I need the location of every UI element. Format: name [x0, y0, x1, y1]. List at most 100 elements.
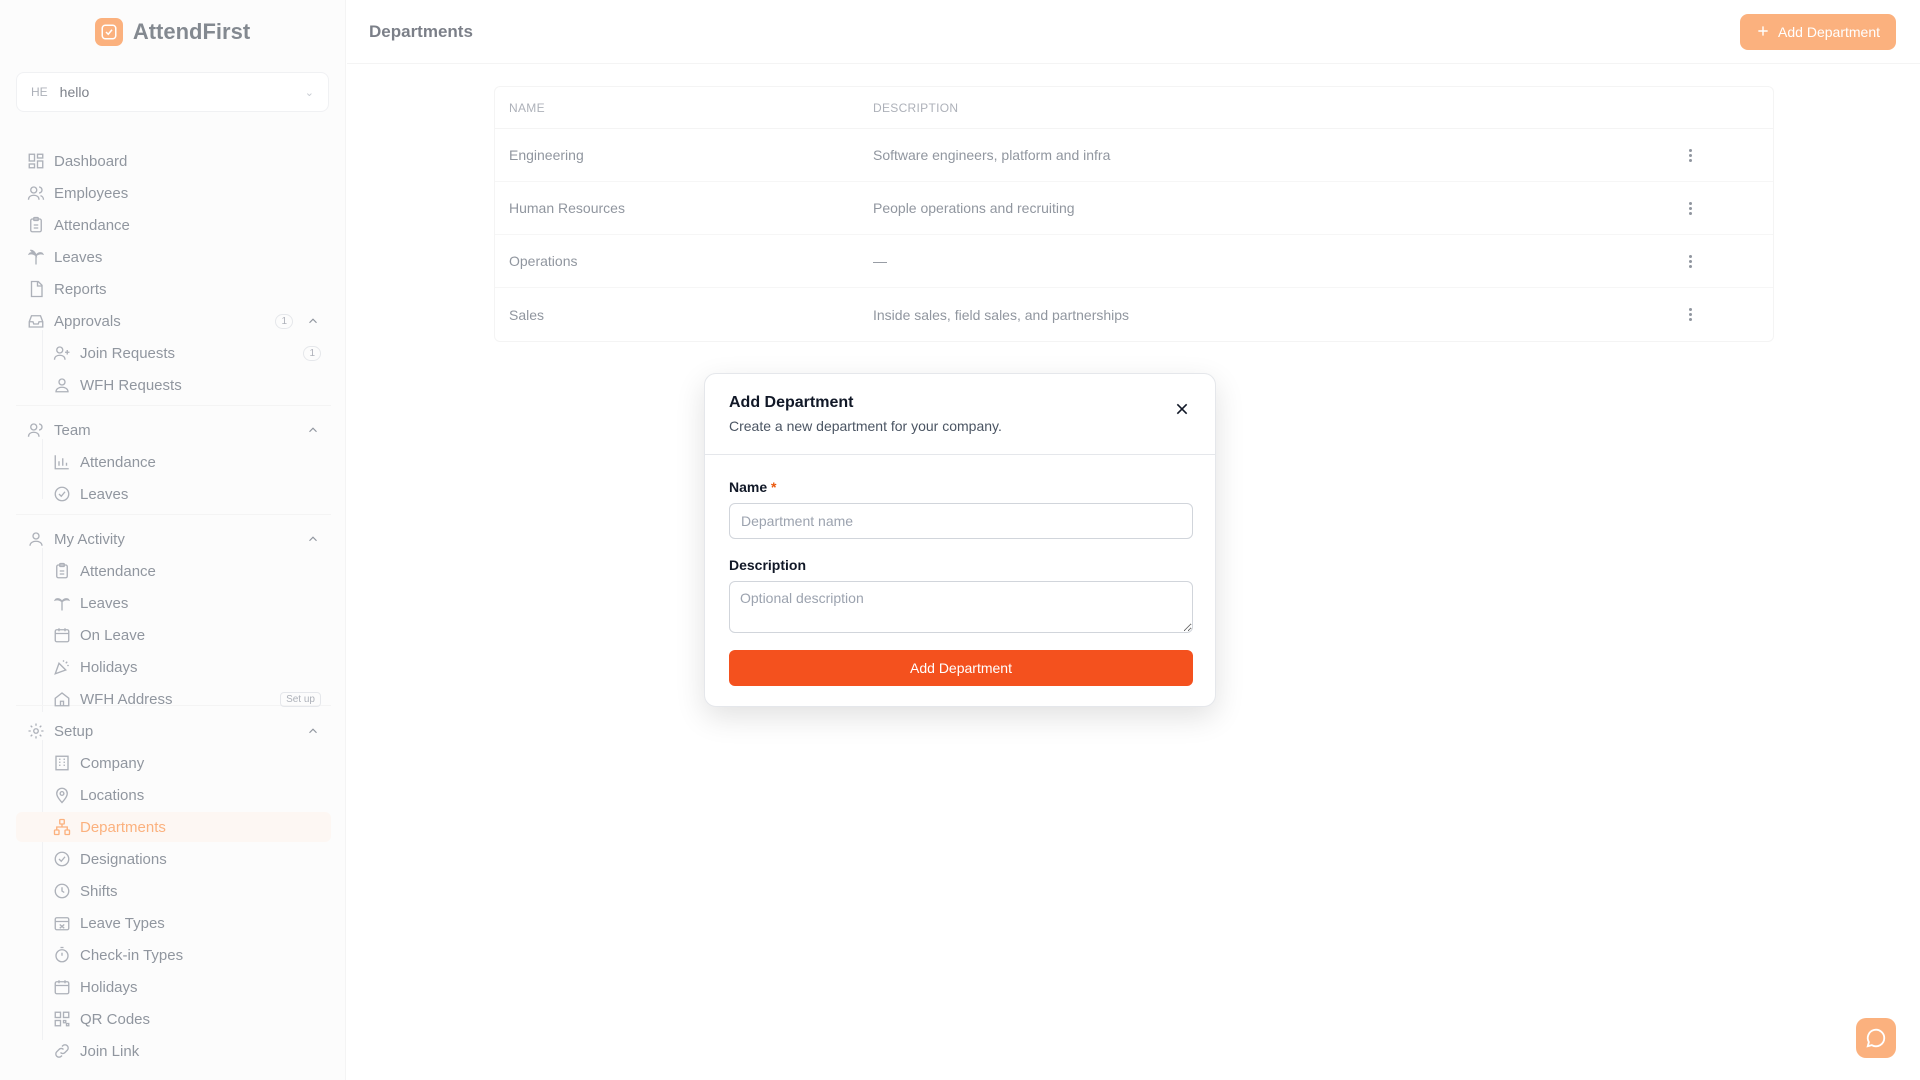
add-department-header-button[interactable]: Add Department: [1740, 14, 1896, 50]
sidebar-item-my-holidays[interactable]: Holidays: [16, 652, 331, 682]
sidebar-item-leave-types[interactable]: Leave Types: [16, 908, 331, 938]
sidebar-item-company[interactable]: Company: [16, 748, 331, 778]
clipboard-icon: [26, 215, 46, 235]
dialog-header: Add Department Create a new department f…: [705, 374, 1215, 455]
add-department-submit-button[interactable]: Add Department: [729, 650, 1193, 686]
app-name: AttendFirst: [132, 19, 251, 44]
team-icon: [26, 420, 46, 440]
department-name-cell: Human Resources: [509, 200, 625, 216]
sidebar-item-team-attendance[interactable]: Attendance: [16, 447, 331, 477]
table-row[interactable]: Operations —: [495, 235, 1773, 288]
sidebar-item-wfh-address[interactable]: WFH Address Set up: [16, 684, 331, 714]
sidebar-item-my-attendance[interactable]: Attendance: [16, 556, 331, 586]
sidebar-item-reports[interactable]: Reports: [16, 274, 331, 304]
users-icon: [26, 183, 46, 203]
map-pin-icon: [52, 785, 72, 805]
sidebar-item-label: Leave Types: [80, 914, 165, 932]
more-vertical-icon[interactable]: [1689, 148, 1692, 162]
org-selector[interactable]: HE hello ⌄: [16, 72, 329, 112]
sidebar-item-label: Dashboard: [54, 152, 128, 170]
department-description-cell: Inside sales, field sales, and partnersh…: [873, 306, 1130, 323]
chat-bubble-button[interactable]: [1856, 1018, 1896, 1058]
more-vertical-icon[interactable]: [1689, 308, 1692, 321]
add-department-dialog: Add Department Create a new department f…: [704, 373, 1216, 707]
sidebar-item-label: Company: [80, 754, 145, 772]
table-row[interactable]: Sales Inside sales, field sales, and par…: [495, 288, 1773, 341]
clipboard-icon: [52, 561, 72, 581]
department-name-input[interactable]: [729, 503, 1193, 539]
sidebar-item-on-leave[interactable]: On Leave: [16, 620, 331, 650]
calendar-icon: [52, 977, 72, 997]
chevron-up-icon[interactable]: [303, 314, 323, 328]
sidebar-item-join-link[interactable]: Join Link: [16, 1036, 331, 1066]
sidebar-item-label: Check-in Types: [80, 946, 184, 964]
department-description-textarea[interactable]: [729, 581, 1193, 633]
user-plus-icon: [52, 343, 72, 363]
sidebar-item-attendance[interactable]: Attendance: [16, 210, 331, 240]
close-icon[interactable]: [1173, 400, 1191, 418]
name-field-label: Name *: [729, 479, 1191, 495]
sidebar-item-my-activity[interactable]: My Activity: [16, 524, 331, 554]
table-row[interactable]: Human Resources People operations and re…: [495, 182, 1773, 235]
file-icon: [26, 279, 46, 299]
sidebar-item-team-leaves[interactable]: Leaves: [16, 479, 331, 509]
departments-table: NAME DESCRIPTION Engineering Software en…: [494, 86, 1774, 342]
sidebar-item-team[interactable]: Team: [16, 415, 331, 445]
add-department-header-label: Add Department: [1778, 24, 1880, 40]
sidebar-item-label: Approvals: [54, 312, 121, 330]
org-chart-icon: [52, 817, 72, 837]
party-icon: [52, 657, 72, 677]
sidebar-item-leaves[interactable]: Leaves: [16, 242, 331, 272]
department-name-cell: Operations: [509, 253, 578, 269]
calendar-icon: [52, 625, 72, 645]
sidebar-item-shifts[interactable]: Shifts: [16, 876, 331, 906]
qr-code-icon: [52, 1009, 72, 1029]
sidebar-item-label: Team: [54, 421, 91, 439]
name-label-text: Name: [729, 479, 768, 495]
building-icon: [52, 753, 72, 773]
sidebar-item-label: Reports: [54, 280, 107, 298]
department-description-cell: Software engineers, platform and infra: [873, 147, 1111, 163]
palm-tree-icon: [52, 593, 72, 613]
sidebar-item-wfh-requests[interactable]: WFH Requests: [16, 370, 331, 400]
org-name: hello: [59, 84, 90, 100]
sidebar-item-setup[interactable]: Setup: [16, 716, 331, 746]
message-circle-icon: [1866, 1028, 1886, 1048]
sidebar-item-approvals[interactable]: Approvals 1: [16, 306, 331, 336]
sidebar-item-label: Locations: [80, 786, 145, 804]
timer-icon: [52, 945, 72, 965]
sidebar-item-holidays[interactable]: Holidays: [16, 972, 331, 1002]
logo-check-icon: [94, 18, 123, 46]
sidebar-item-label: Setup: [54, 722, 94, 740]
inbox-icon: [26, 311, 46, 331]
sidebar-item-qr-codes[interactable]: QR Codes: [16, 1004, 331, 1034]
sidebar-item-join-requests[interactable]: Join Requests 1: [16, 338, 331, 368]
sidebar-item-employees[interactable]: Employees: [16, 178, 331, 208]
sidebar-item-locations[interactable]: Locations: [16, 780, 331, 810]
sidebar-item-label: Holidays: [80, 978, 138, 996]
table-row[interactable]: Engineering Software engineers, platform…: [495, 129, 1773, 182]
sidebar-item-label: Departments: [80, 818, 166, 836]
sidebar-item-label: Designations: [80, 850, 167, 868]
app-logo[interactable]: AttendFirst: [0, 0, 345, 64]
sidebar-item-departments[interactable]: Departments: [16, 812, 331, 842]
sidebar-item-dashboard[interactable]: Dashboard: [16, 146, 331, 176]
sidebar-item-my-leaves[interactable]: Leaves: [16, 588, 331, 618]
more-vertical-icon[interactable]: [1689, 201, 1692, 215]
sidebar-item-label: On Leave: [80, 626, 146, 644]
sidebar-item-label: Leaves: [80, 485, 129, 503]
chevron-up-icon[interactable]: [303, 423, 323, 437]
sidebar-item-designations[interactable]: Designations: [16, 844, 331, 874]
dashboard-icon: [26, 151, 46, 171]
more-vertical-icon[interactable]: [1689, 254, 1692, 268]
sidebar-item-check-in-types[interactable]: Check-in Types: [16, 940, 331, 970]
department-description-cell: People operations and recruiting: [873, 200, 1075, 216]
sidebar-item-label: Leaves: [80, 594, 129, 612]
chevron-up-icon[interactable]: [303, 532, 323, 546]
dialog-title: Add Department: [729, 394, 854, 411]
page-header: Departments Add Department: [347, 0, 1920, 64]
clock-icon: [52, 881, 72, 901]
sidebar-item-label: QR Codes: [80, 1010, 151, 1028]
chevron-up-icon[interactable]: [303, 724, 323, 738]
org-abbr: HE: [31, 85, 48, 99]
